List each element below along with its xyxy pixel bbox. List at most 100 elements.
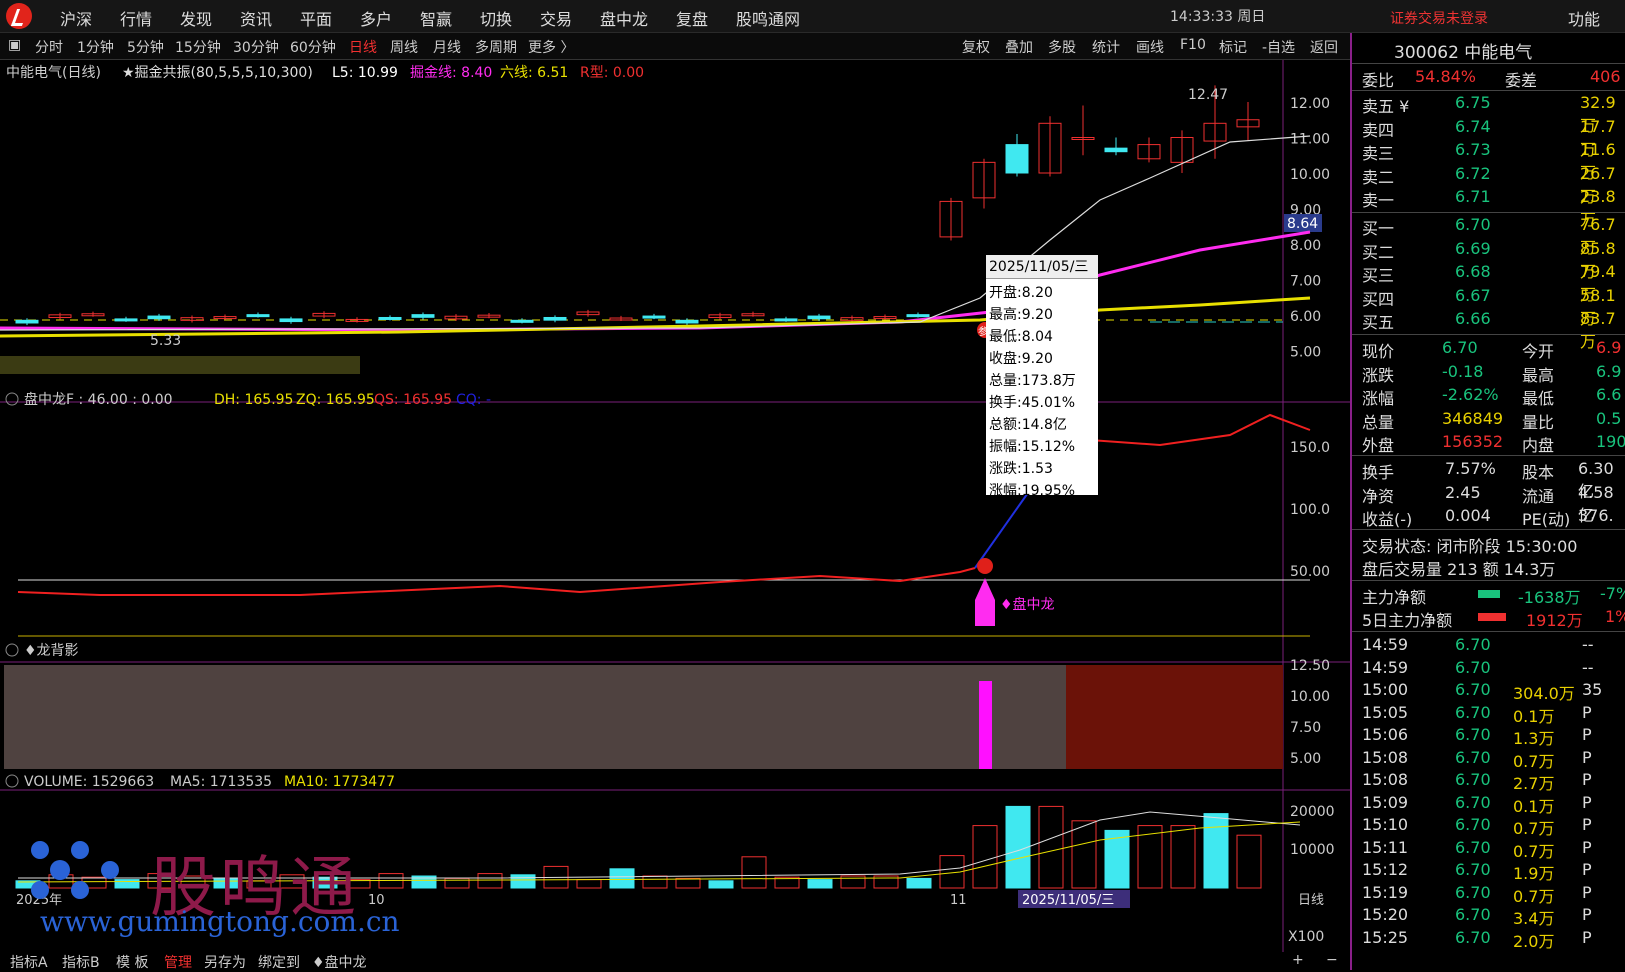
weibi-value: 54.84% xyxy=(1415,67,1477,86)
period-1min[interactable]: 1分钟 xyxy=(77,37,114,57)
menu-fupan[interactable]: 复盘 xyxy=(676,6,708,30)
main-y-tick: 6.00 xyxy=(1290,309,1321,325)
volume-bar xyxy=(741,856,767,889)
btn-panzhonglong[interactable]: ♦盘中龙 xyxy=(312,952,367,972)
app-logo-icon[interactable] xyxy=(6,3,32,29)
main-y-tick: 7.00 xyxy=(1290,274,1321,290)
clock: 14:33:33 周日 xyxy=(1170,9,1266,25)
pzl-y-axis: 150.0 100.0 50.00 xyxy=(1290,440,1330,580)
period-5min[interactable]: 5分钟 xyxy=(127,37,164,57)
tick-volume: 3.4万 xyxy=(1513,909,1555,928)
btn-zixuan[interactable]: -自选 xyxy=(1262,37,1295,57)
function-menu[interactable]: 功能 xyxy=(1568,6,1600,30)
menu-zixun[interactable]: 资讯 xyxy=(240,6,272,30)
menu-gumingtong[interactable]: 股鸣通网 xyxy=(736,6,800,30)
login-status[interactable]: 证券交易未登录 xyxy=(1390,8,1488,28)
btn-diejia[interactable]: 叠加 xyxy=(1005,37,1033,57)
btn-save-as[interactable]: 另存为 xyxy=(204,952,246,972)
tick-time: 15:25 xyxy=(1362,927,1409,947)
btn-fanhui[interactable]: 返回 xyxy=(1310,37,1338,57)
lx-value: 六线: 6.51 xyxy=(500,65,568,81)
period-multi[interactable]: 多周期 xyxy=(475,37,517,57)
tick-flag: -- xyxy=(1582,657,1594,677)
chart-area[interactable]: 中能电气(日线) ★掘金共振(80,5,5,5,10,300) L5: 10.9… xyxy=(0,60,1350,952)
tick-time: 14:59 xyxy=(1362,635,1409,654)
btn-manage[interactable]: 管理 xyxy=(164,952,192,972)
menu-hangqing[interactable]: 行情 xyxy=(120,6,152,30)
period-weekly[interactable]: 周线 xyxy=(390,37,418,57)
btn-template[interactable]: 模 板 xyxy=(116,952,148,972)
volume-bar xyxy=(675,877,701,889)
tick-price: 6.70 xyxy=(1455,792,1491,812)
menu-faxian[interactable]: 发现 xyxy=(180,6,212,30)
menu-pingmian[interactable]: 平面 xyxy=(300,6,332,30)
menu-qiehuan[interactable]: 切换 xyxy=(480,6,512,30)
panel-divider[interactable] xyxy=(1350,33,1352,970)
weicha-label: 委差 xyxy=(1505,71,1538,90)
pzl-zq: ZQ: 165.95 xyxy=(296,392,375,408)
btn-zoom-in[interactable]: + xyxy=(1292,952,1304,968)
tick-price: 6.70 xyxy=(1455,702,1491,722)
tooltip-pct: 涨幅:19.95% xyxy=(989,483,1076,499)
r-value: R型: 0.00 xyxy=(580,65,644,81)
tick-time: 15:09 xyxy=(1362,792,1409,812)
pzl-toggle-icon[interactable] xyxy=(5,392,19,406)
volume-bar xyxy=(510,874,536,889)
btn-tongji[interactable]: 统计 xyxy=(1092,37,1120,57)
lbs-toggle-icon[interactable] xyxy=(5,643,19,657)
stat-value: 6.9 xyxy=(1596,338,1622,357)
btn-zoom-out[interactable]: − xyxy=(1326,952,1338,968)
bottom-bar: 指标A 指标B 模 板 管理 另存为 绑定到 ♦盘中龙 + − xyxy=(0,952,1350,972)
menu-zhiying[interactable]: 智赢 xyxy=(420,6,452,30)
btn-biaoji[interactable]: 标记 xyxy=(1219,37,1247,57)
tick-price: 6.70 xyxy=(1455,725,1491,744)
pzl-signal-icon[interactable] xyxy=(977,558,993,574)
buy-level-label: 买三 xyxy=(1362,266,1395,285)
tooltip-close: 收盘:9.20 xyxy=(989,351,1053,367)
menu-hushen[interactable]: 沪深 xyxy=(60,6,92,30)
stat-value: 0.5 xyxy=(1596,408,1622,428)
period-30min[interactable]: 30分钟 xyxy=(233,37,279,57)
tick-flag: P xyxy=(1582,725,1592,744)
pzl-y-tick: 150.0 xyxy=(1290,440,1330,456)
period-daily[interactable]: 日线 xyxy=(349,37,377,57)
indicator-name[interactable]: ★掘金共振(80,5,5,5,10,300) xyxy=(122,65,313,81)
tick-flag: P xyxy=(1582,792,1592,812)
period-more[interactable]: 更多 〉 xyxy=(528,37,574,57)
main-net5-value: 1912万 xyxy=(1526,611,1583,630)
btn-huaxian[interactable]: 画线 xyxy=(1136,37,1164,57)
tooltip-amplitude: 振幅:15.12% xyxy=(989,439,1076,455)
btn-f10[interactable]: F10 xyxy=(1180,37,1206,53)
btn-fuquan[interactable]: 复权 xyxy=(962,37,990,57)
vol-ma10: MA10: 1773477 xyxy=(284,774,395,790)
btn-indicator-b[interactable]: 指标B xyxy=(62,952,100,972)
period-60min[interactable]: 60分钟 xyxy=(290,37,336,57)
tick-price: 6.70 xyxy=(1455,860,1491,879)
menu-jiaoyi[interactable]: 交易 xyxy=(540,6,572,30)
tick-flag: P xyxy=(1582,837,1592,857)
btn-indicator-a[interactable]: 指标A xyxy=(10,952,48,972)
vol-y-tick: 20000 xyxy=(1290,804,1335,820)
vol-toggle-icon[interactable] xyxy=(5,774,19,788)
period-fenshi[interactable]: 分时 xyxy=(35,37,63,57)
main-y-tick: 10.00 xyxy=(1290,167,1330,183)
period-monthly[interactable]: 月线 xyxy=(433,37,461,57)
sell-price: 6.75 xyxy=(1455,93,1491,112)
tick-volume: 0.7万 xyxy=(1513,751,1555,771)
candle-body xyxy=(279,318,303,323)
menu-panzhonglong[interactable]: 盘中龙 xyxy=(600,6,648,30)
menu-duohu[interactable]: 多户 xyxy=(360,6,392,30)
tick-price: 6.70 xyxy=(1455,837,1491,857)
buy-price: 6.70 xyxy=(1455,215,1491,234)
divider-line xyxy=(1352,529,1625,530)
period-15min[interactable]: 15分钟 xyxy=(175,37,221,57)
stat-value: 6.9 xyxy=(1596,361,1622,381)
pzl-y-tick: 100.0 xyxy=(1290,502,1330,518)
tick-volume: 0.7万 xyxy=(1513,841,1555,861)
lbs-zone-red xyxy=(1066,665,1283,769)
main-y-tick: 12.00 xyxy=(1290,96,1330,112)
btn-duogu[interactable]: 多股 xyxy=(1048,37,1076,57)
panel-toggle-icon[interactable]: ▣ xyxy=(8,37,21,53)
btn-bind-to[interactable]: 绑定到 xyxy=(258,952,300,972)
candle-body xyxy=(642,315,666,319)
